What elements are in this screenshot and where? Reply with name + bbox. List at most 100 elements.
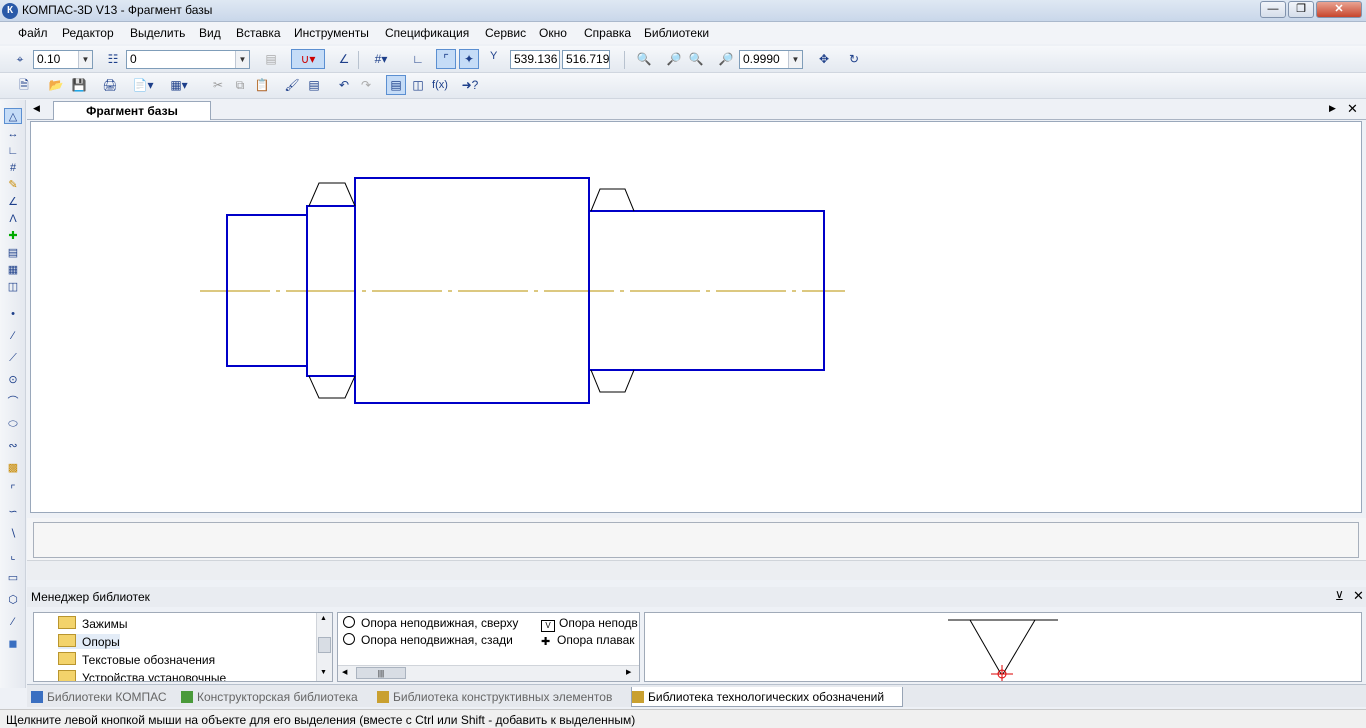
- menu-specification[interactable]: Спецификация: [385, 26, 469, 40]
- layer-field[interactable]: 0 ▼: [126, 50, 250, 69]
- properties-icon[interactable]: ▤: [304, 75, 324, 95]
- close-button[interactable]: ✕: [1316, 1, 1362, 18]
- library-manager-icon[interactable]: ◫: [408, 75, 428, 95]
- measure-icon[interactable]: ∠: [4, 194, 22, 210]
- coord-y-field[interactable]: 516.719: [562, 50, 610, 69]
- macro-icon[interactable]: ◼: [4, 636, 22, 652]
- close-document-icon[interactable]: ✕: [1347, 101, 1358, 117]
- paste-icon[interactable]: 📋: [252, 75, 272, 95]
- fillet-icon[interactable]: ⌞: [4, 548, 22, 564]
- drawing-canvas[interactable]: [30, 121, 1362, 513]
- preview-icon[interactable]: 📄▾: [130, 75, 156, 95]
- pan-icon[interactable]: ✥: [814, 49, 834, 69]
- menu-file[interactable]: Файл: [18, 26, 48, 40]
- dimensions-icon[interactable]: ↔: [4, 126, 22, 142]
- zoom-window-icon[interactable]: 🔍: [634, 49, 654, 69]
- menu-select[interactable]: Выделить: [130, 26, 185, 40]
- scroll-down-icon[interactable]: ▼: [320, 669, 327, 676]
- edit-icon[interactable]: #: [4, 160, 22, 176]
- save-icon[interactable]: 💾: [69, 75, 89, 95]
- local-cs-icon[interactable]: ∠: [334, 49, 354, 69]
- close-panel-icon[interactable]: ✕: [1353, 588, 1364, 604]
- point-icon[interactable]: •: [4, 306, 22, 322]
- grid-icon[interactable]: #▾: [366, 49, 396, 69]
- chevron-down-icon[interactable]: ▼: [78, 51, 92, 68]
- tree-icon[interactable]: ▤: [386, 75, 406, 95]
- round-icon[interactable]: ⌜: [436, 49, 456, 69]
- snap-cursor-icon[interactable]: ✦: [459, 49, 479, 69]
- manager-icon[interactable]: ▦▾: [166, 75, 192, 95]
- variables-icon[interactable]: f(x): [430, 75, 450, 95]
- arc-icon[interactable]: ⌒: [4, 394, 22, 410]
- menu-service[interactable]: Сервис: [485, 26, 526, 40]
- scroll-thumb[interactable]: |||: [356, 667, 406, 679]
- constraints-icon[interactable]: ✚: [4, 228, 22, 244]
- tab-structural-elements[interactable]: Библиотека конструктивных элементов: [377, 687, 627, 707]
- bezier-icon[interactable]: ∽: [4, 504, 22, 520]
- hatch-icon[interactable]: ▩: [4, 460, 22, 476]
- aux-line-icon[interactable]: ∕: [4, 328, 22, 344]
- select-icon[interactable]: Λ: [4, 211, 22, 227]
- refresh-icon[interactable]: ↻: [844, 49, 864, 69]
- tree-item-text-notation[interactable]: Текстовые обозначения: [58, 652, 215, 667]
- scroll-thumb[interactable]: [318, 637, 331, 653]
- ellipse-icon[interactable]: ⬭: [4, 416, 22, 432]
- chamfer-icon[interactable]: ∖: [4, 526, 22, 542]
- list-item[interactable]: ✚ Опора плавак: [541, 633, 635, 648]
- menu-editor[interactable]: Редактор: [62, 26, 114, 40]
- minimize-button[interactable]: —: [1260, 1, 1286, 18]
- spline-icon[interactable]: ∾: [4, 438, 22, 454]
- ortho-icon[interactable]: ∟: [408, 49, 428, 69]
- menu-tools[interactable]: Инструменты: [294, 26, 369, 40]
- chevron-down-icon[interactable]: ▼: [788, 51, 802, 68]
- zoom-out-icon[interactable]: 🔍: [686, 49, 706, 69]
- geometry-icon[interactable]: △: [4, 108, 22, 124]
- tab-scroll-right-icon[interactable]: ▶: [1329, 103, 1336, 114]
- menu-help[interactable]: Справка: [584, 26, 631, 40]
- tab-kompas-libraries[interactable]: Библиотеки КОМПАС: [31, 687, 177, 707]
- step-field[interactable]: 0.10 ▼: [33, 50, 93, 69]
- items-h-scrollbar[interactable]: ◀ ||| ▶: [338, 665, 639, 681]
- equidistant-icon[interactable]: ⁄: [4, 614, 22, 630]
- polygon-icon[interactable]: ⬡: [4, 592, 22, 608]
- insert-icon[interactable]: ◫: [4, 279, 22, 295]
- pin-icon[interactable]: ⊻: [1335, 589, 1344, 603]
- support-top-left[interactable]: [308, 182, 356, 207]
- coord-x-field[interactable]: 539.136: [510, 50, 560, 69]
- support-bottom-right[interactable]: [590, 369, 635, 393]
- tab-design-library[interactable]: Конструкторская библиотека: [181, 687, 371, 707]
- polyline-icon[interactable]: ⌜: [4, 482, 22, 498]
- cut-icon[interactable]: ✂: [208, 75, 228, 95]
- tree-item-installation[interactable]: Устройства установочные: [58, 670, 226, 681]
- command-field[interactable]: [33, 522, 1359, 558]
- support-bottom-left[interactable]: [308, 375, 356, 399]
- step-icon[interactable]: ⌖: [10, 49, 30, 69]
- zoom-field[interactable]: 0.9990 ▼: [739, 50, 803, 69]
- tree-item-supports[interactable]: Опоры: [58, 634, 120, 649]
- menu-window[interactable]: Окно: [539, 26, 567, 40]
- notation-icon[interactable]: ∟: [4, 143, 22, 159]
- properties-icon[interactable]: ▤: [261, 49, 281, 69]
- list-item[interactable]: Опора неподвижная, сзади: [343, 633, 513, 647]
- tree-item-clamps[interactable]: Зажимы: [58, 616, 128, 631]
- menu-view[interactable]: Вид: [199, 26, 221, 40]
- print-icon[interactable]: 🖨: [100, 75, 120, 95]
- scroll-up-icon[interactable]: ▲: [320, 615, 327, 622]
- menu-insert[interactable]: Вставка: [236, 26, 281, 40]
- restore-button[interactable]: ❐: [1288, 1, 1314, 18]
- zoom-scale-icon[interactable]: 🔎: [716, 49, 736, 69]
- tab-document[interactable]: Фрагмент базы: [53, 101, 211, 120]
- rectangle-icon[interactable]: ▭: [4, 570, 22, 586]
- chevron-down-icon[interactable]: ▼: [235, 51, 249, 68]
- open-icon[interactable]: 📂: [46, 75, 66, 95]
- snap-magnet-icon[interactable]: ∪▾: [291, 49, 325, 69]
- layers-icon[interactable]: ☷: [103, 49, 123, 69]
- spec-icon[interactable]: ▤: [4, 245, 22, 261]
- report-icon[interactable]: ▦: [4, 262, 22, 278]
- new-file-icon[interactable]: 🗎: [14, 75, 34, 95]
- params-icon[interactable]: ✎: [4, 177, 22, 193]
- list-item[interactable]: V Опора неподв: [541, 616, 638, 632]
- help-pointer-icon[interactable]: ➜?: [460, 75, 480, 95]
- undo-icon[interactable]: ↶: [334, 75, 354, 95]
- format-painter-icon[interactable]: 🖌: [282, 75, 302, 95]
